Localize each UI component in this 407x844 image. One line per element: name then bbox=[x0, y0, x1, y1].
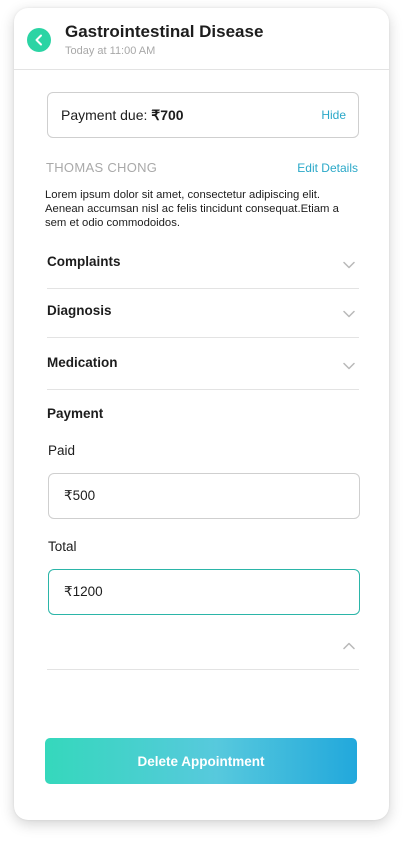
patient-description: Lorem ipsum dolor sit amet, consectetur … bbox=[45, 189, 339, 229]
payment-collapse-row[interactable] bbox=[47, 629, 359, 670]
medication-label: Medication bbox=[47, 355, 118, 370]
payment-due-amount: ₹700 bbox=[151, 107, 184, 123]
medication-section[interactable]: Medication bbox=[47, 355, 359, 390]
appointment-card: Gastrointestinal Disease Today at 11:00 … bbox=[14, 8, 389, 820]
chevron-down-icon bbox=[343, 362, 355, 370]
edit-details-link[interactable]: Edit Details bbox=[297, 161, 358, 175]
chevron-down-icon bbox=[343, 261, 355, 269]
back-button[interactable] bbox=[27, 28, 51, 52]
paid-label: Paid bbox=[48, 443, 76, 458]
appointment-time: Today at 11:00 AM bbox=[65, 45, 156, 57]
complaints-label: Complaints bbox=[47, 254, 121, 269]
total-label: Total bbox=[48, 539, 77, 554]
payment-due-banner: Payment due: ₹700 Hide bbox=[47, 92, 359, 138]
hide-link[interactable]: Hide bbox=[321, 108, 346, 122]
payment-heading: Payment bbox=[47, 406, 104, 421]
chevron-down-icon bbox=[343, 310, 355, 318]
complaints-section[interactable]: Complaints bbox=[47, 254, 359, 289]
diagnosis-label: Diagnosis bbox=[47, 303, 112, 318]
header: Gastrointestinal Disease Today at 11:00 … bbox=[14, 8, 389, 70]
chevron-up-icon[interactable] bbox=[343, 642, 355, 650]
payment-due-label: Payment due: bbox=[61, 107, 152, 123]
page-title: Gastrointestinal Disease bbox=[65, 22, 264, 41]
total-input[interactable] bbox=[48, 569, 360, 615]
patient-name: THOMAS CHONG bbox=[46, 160, 158, 175]
paid-input[interactable] bbox=[48, 473, 360, 519]
diagnosis-section[interactable]: Diagnosis bbox=[47, 303, 359, 338]
payment-due-text: Payment due: ₹700 bbox=[61, 107, 184, 124]
delete-appointment-button[interactable]: Delete Appointment bbox=[45, 738, 357, 784]
chevron-left-icon bbox=[35, 34, 42, 46]
